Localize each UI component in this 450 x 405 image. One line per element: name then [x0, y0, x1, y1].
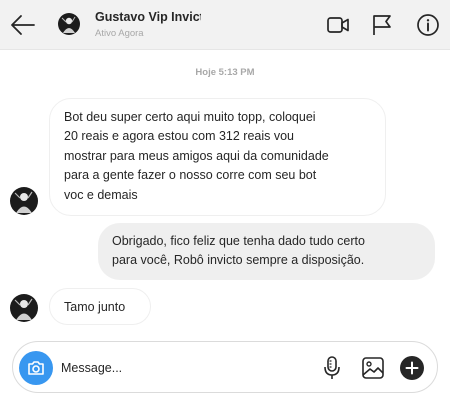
message-composer [12, 341, 438, 393]
chat-header: Gustavo Vip Invicto Ativo Agora [0, 0, 450, 50]
flag-icon[interactable] [370, 13, 394, 37]
sender-avatar[interactable] [10, 294, 38, 322]
image-icon[interactable] [360, 355, 386, 381]
message-bubble-incoming[interactable]: Tamo junto [49, 288, 151, 325]
conversation-timestamp: Hoje 5:13 PM [195, 67, 255, 78]
video-camera-icon[interactable] [326, 13, 350, 37]
message-bubble-incoming[interactable]: Bot deu super certo aqui muito topp, col… [49, 98, 386, 216]
message-line: Obrigado, fico feliz que tenha dado tudo… [112, 234, 365, 248]
info-icon[interactable] [416, 13, 440, 37]
message-line: para a gente fazer o nosso corre com seu… [64, 168, 317, 183]
microphone-icon[interactable] [319, 355, 345, 381]
message-line: mostrar para meus amigos aqui da comunid… [64, 148, 329, 163]
message-line: 20 reais e agora estou com 312 reais vou [64, 129, 294, 144]
camera-icon [28, 361, 44, 375]
message-input[interactable] [61, 357, 311, 379]
message-line: Bot deu super certo aqui muito topp, col… [64, 110, 316, 124]
camera-button[interactable] [19, 351, 53, 385]
message-line: para você, Robô invicto sempre a disposi… [112, 253, 365, 268]
message-bubble-outgoing[interactable]: Obrigado, fico feliz que tenha dado tudo… [98, 223, 435, 280]
plus-circle-icon[interactable] [399, 355, 425, 381]
message-line: voc e demais [64, 187, 138, 202]
contact-avatar[interactable] [58, 13, 80, 35]
contact-status: Ativo Agora [95, 28, 144, 39]
contact-name[interactable]: Gustavo Vip Invicto [95, 10, 201, 24]
message-line: Tamo junto [64, 300, 126, 314]
back-arrow-icon[interactable] [10, 12, 36, 38]
sender-avatar[interactable] [10, 187, 38, 215]
